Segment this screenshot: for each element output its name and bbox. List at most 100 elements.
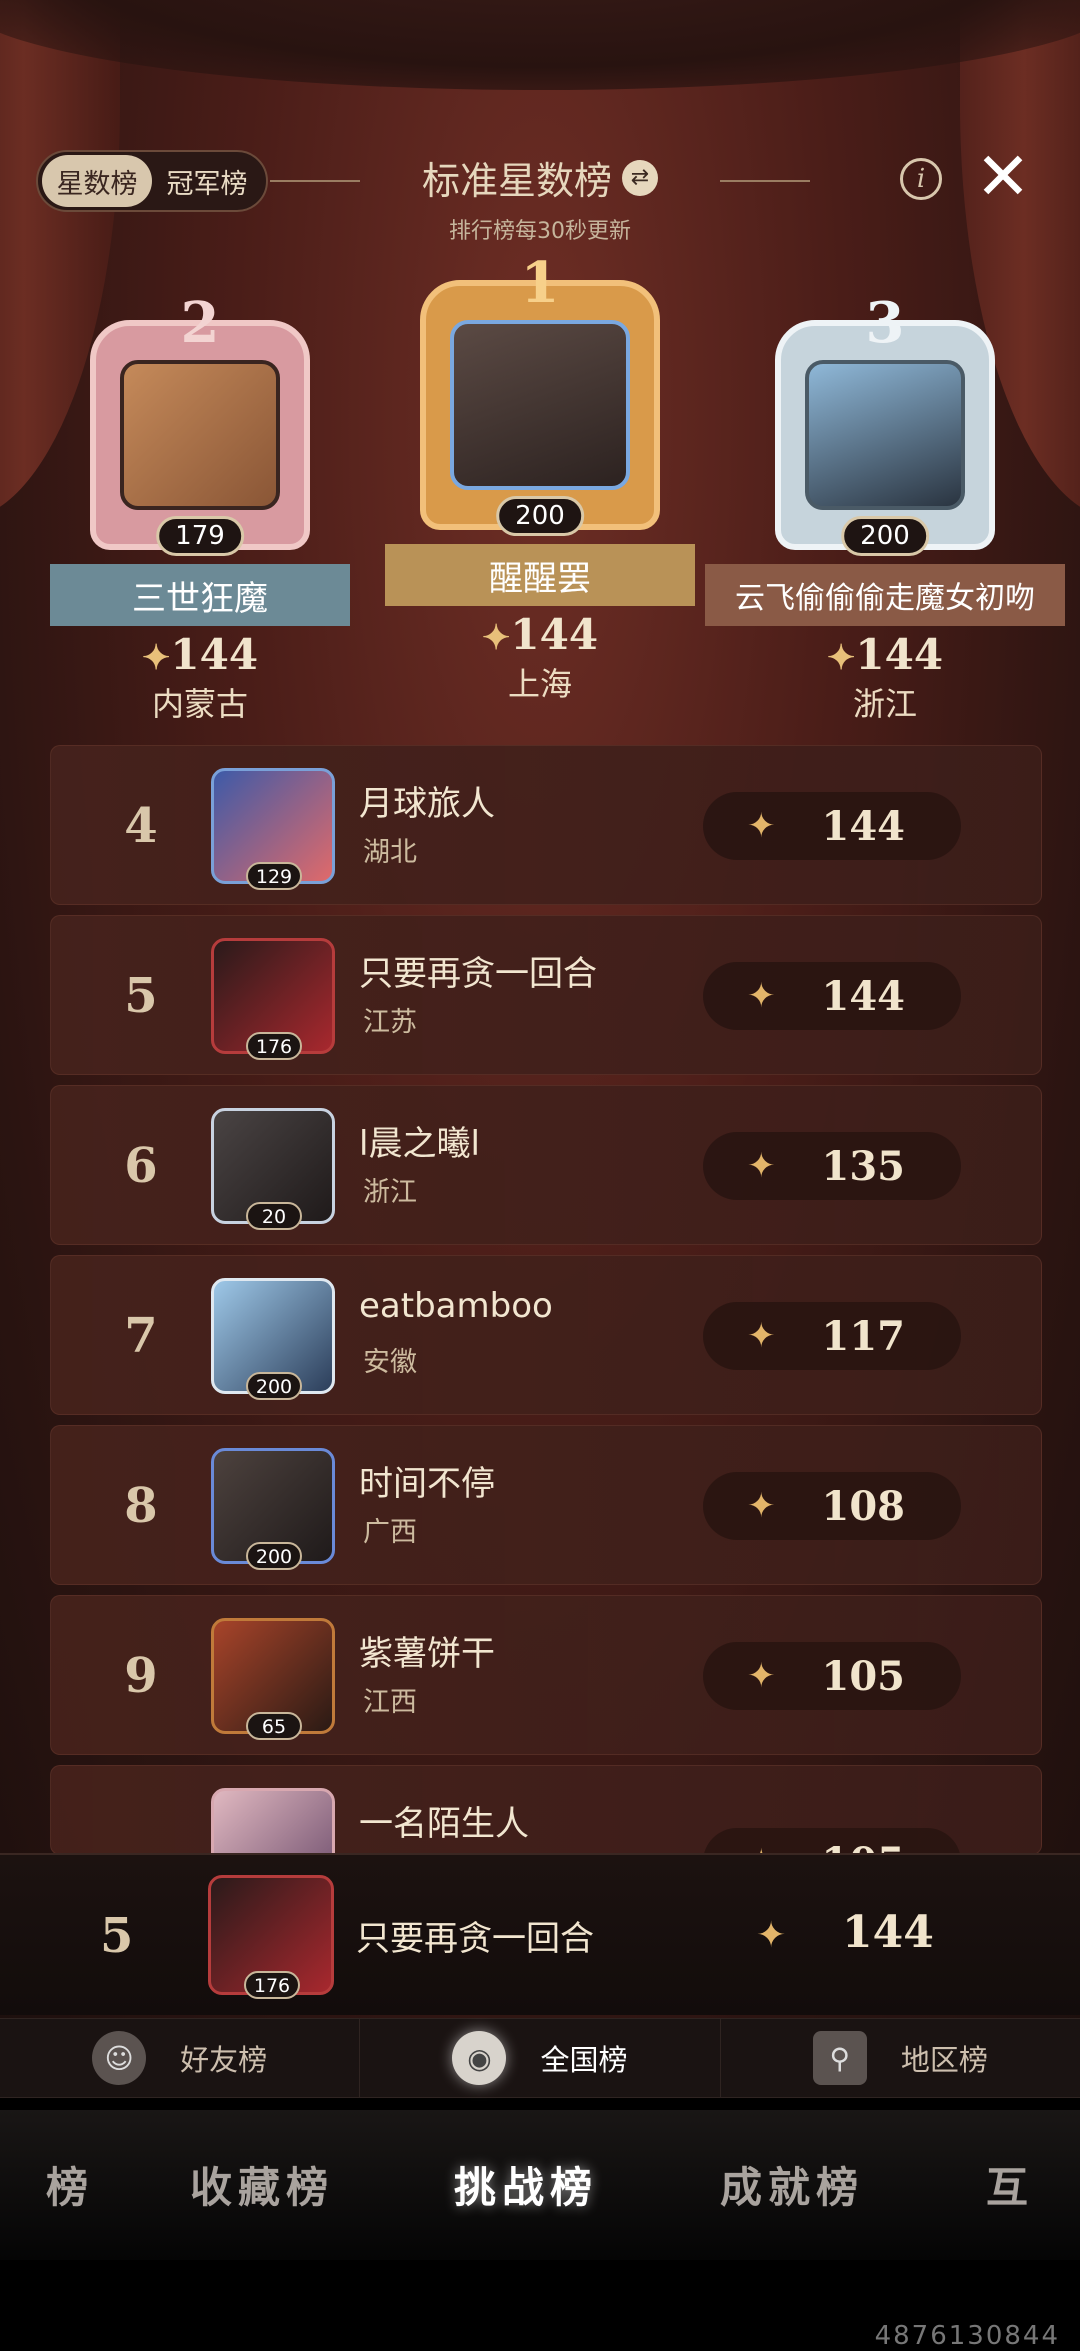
my-ranking-row[interactable]: 5 176 只要再贪一回合 ✦ 144 bbox=[0, 1853, 1080, 2015]
star-pill: ✦ 144 bbox=[703, 962, 961, 1030]
title-divider-right bbox=[720, 180, 810, 182]
rank-number: 9 bbox=[124, 1648, 158, 1704]
star-count: 144 bbox=[842, 1907, 934, 1958]
level-badge: 129 bbox=[246, 862, 302, 890]
level-badge: 200 bbox=[496, 496, 584, 536]
rank-number: 10 bbox=[111, 1802, 171, 1854]
star-icon: ✦ bbox=[747, 1316, 776, 1356]
list-item[interactable]: 9 65 紫薯饼干 江西 ✦ 105 bbox=[50, 1595, 1042, 1755]
toggle-champion-board[interactable]: 冠军榜 bbox=[152, 155, 262, 207]
star-count: ✦144 bbox=[141, 630, 259, 679]
avatar bbox=[211, 1788, 335, 1854]
player-name: 月球旅人 bbox=[359, 784, 495, 824]
player-name: 一名陌生人 bbox=[359, 1804, 529, 1844]
list-item[interactable]: 6 20 l晨之曦l 浙江 ✦ 135 bbox=[50, 1085, 1042, 1245]
nav-item-achievement[interactable]: 成就榜 bbox=[720, 2154, 864, 2215]
avatar-frame: 1 200 bbox=[420, 250, 660, 536]
refresh-note: 排行榜每30秒更新 bbox=[449, 219, 631, 244]
nav-item-collection[interactable]: 收藏榜 bbox=[190, 2154, 334, 2215]
star-pill: ✦105 bbox=[703, 1642, 961, 1710]
page-title: 标准星数榜 ⇄ bbox=[422, 150, 658, 205]
player-name: 只要再贪一回合 bbox=[356, 1919, 594, 1959]
list-item[interactable]: 4 129 月球旅人 湖北 ✦ 144 bbox=[50, 745, 1042, 905]
toggle-star-board[interactable]: 星数榜 bbox=[42, 155, 152, 207]
star-count: ✦144 bbox=[481, 610, 599, 659]
avatar-frame: 3 200 bbox=[775, 290, 995, 556]
star-icon: ✦ bbox=[747, 1656, 776, 1696]
list-item[interactable]: 8 200 时间不停 广西 ✦ 108 bbox=[50, 1425, 1042, 1585]
rank-number: 1 bbox=[520, 250, 560, 316]
rank-number: 5 bbox=[124, 968, 158, 1024]
rank-number: 3 bbox=[865, 290, 905, 356]
level-badge: 65 bbox=[246, 1712, 302, 1740]
level-badge: 176 bbox=[246, 1032, 302, 1060]
podium-third[interactable]: 3 200 云飞偷偷偷走魔女初吻 ✦144 浙江 bbox=[700, 290, 1070, 725]
globe-icon: ◉ bbox=[452, 2031, 507, 2085]
leaderboard-stage: 星数榜 冠军榜 标准星数榜 ⇄ 排行榜每30秒更新 i ✕ 2 179 三世狂魔… bbox=[0, 0, 1080, 2060]
avatar bbox=[450, 320, 630, 490]
star-icon: ✦ bbox=[747, 806, 776, 846]
list-item[interactable]: 5 176 只要再贪一回合 江苏 ✦ 144 bbox=[50, 915, 1042, 1075]
player-name: eatbamboo bbox=[359, 1286, 553, 1326]
bottom-nav: 榜 收藏榜 挑战榜 成就榜 互 bbox=[0, 2110, 1080, 2260]
swap-icon[interactable]: ⇄ bbox=[622, 159, 658, 196]
user-id: 4876130844 bbox=[874, 2321, 1060, 2351]
nav-item-challenge[interactable]: 挑战榜 bbox=[454, 2154, 598, 2215]
friends-icon: ☺ bbox=[92, 2031, 147, 2085]
rank-number: 7 bbox=[124, 1308, 158, 1364]
tab-national[interactable]: ◉ 全国榜 bbox=[360, 2019, 721, 2097]
star-count: ✦144 bbox=[826, 630, 944, 679]
avatar bbox=[805, 360, 965, 510]
star-pill: ✦ 135 bbox=[703, 1132, 961, 1200]
star-icon: ✦ bbox=[141, 638, 171, 678]
star-icon: ✦ bbox=[826, 638, 856, 678]
region: 湖北 bbox=[363, 837, 417, 868]
player-name: 只要再贪一回合 bbox=[359, 954, 597, 994]
nav-item-partial-left[interactable]: 榜 bbox=[46, 2154, 94, 2215]
star-icon: ✦ bbox=[747, 1146, 776, 1186]
rank-number: 6 bbox=[124, 1138, 158, 1194]
star-icon: ✦ bbox=[747, 1486, 776, 1526]
star-icon: ✦ bbox=[481, 618, 511, 658]
list-item[interactable]: 7 200 eatbamboo 安徽 ✦ 117 bbox=[50, 1255, 1042, 1415]
player-name: 紫薯饼干 bbox=[359, 1634, 495, 1674]
region: 广西 bbox=[363, 1517, 417, 1548]
podium-second[interactable]: 2 179 三世狂魔 ✦144 内蒙古 bbox=[40, 290, 360, 725]
level-badge: 200 bbox=[246, 1372, 302, 1400]
avatar-frame: 2 179 bbox=[90, 290, 310, 556]
region: 江西 bbox=[363, 1687, 417, 1718]
rank-number: 2 bbox=[180, 290, 220, 356]
tab-friends[interactable]: ☺ 好友榜 bbox=[0, 2019, 361, 2097]
name-ribbon: 云飞偷偷偷走魔女初吻 bbox=[705, 564, 1065, 626]
avatar bbox=[120, 360, 280, 510]
level-badge: 179 bbox=[156, 516, 244, 556]
tab-region[interactable]: ⚲ 地区榜 bbox=[721, 2019, 1080, 2097]
board-header: 标准星数榜 ⇄ 排行榜每30秒更新 bbox=[270, 150, 810, 245]
nav-item-partial-right[interactable]: 互 bbox=[986, 2154, 1034, 2215]
level-badge: 176 bbox=[244, 1971, 300, 1999]
region: 内蒙古 bbox=[151, 685, 248, 723]
region: 浙江 bbox=[852, 685, 917, 723]
curtain-top bbox=[0, 0, 1080, 90]
player-name: l晨之曦l bbox=[359, 1124, 480, 1164]
board-type-toggle: 星数榜 冠军榜 bbox=[36, 150, 268, 212]
star-icon: ✦ bbox=[747, 976, 776, 1016]
info-button[interactable]: i bbox=[900, 158, 942, 200]
star-pill: ✦ 144 bbox=[703, 792, 961, 860]
rank-number: 8 bbox=[124, 1478, 158, 1534]
region: 浙江 bbox=[363, 1177, 417, 1208]
close-button[interactable]: ✕ bbox=[972, 144, 1034, 210]
list-item[interactable]: 10 一名陌生人 ✦105 bbox=[50, 1765, 1042, 1855]
star-pill: ✦ 117 bbox=[703, 1302, 961, 1370]
podium-first[interactable]: 1 200 醒醒罢 ✦144 上海 bbox=[380, 250, 700, 705]
level-badge: 200 bbox=[841, 516, 929, 556]
ranking-list[interactable]: 4 129 月球旅人 湖北 ✦ 144 5 176 只要再贪一回合 江苏 ✦ 144… bbox=[50, 745, 1042, 1865]
name-ribbon: 醒醒罢 bbox=[385, 544, 695, 606]
region: 安徽 bbox=[363, 1347, 417, 1378]
player-name: 时间不停 bbox=[359, 1464, 495, 1504]
scope-tabs: ☺ 好友榜 ◉ 全国榜 ⚲ 地区榜 bbox=[0, 2018, 1080, 2098]
level-badge: 200 bbox=[246, 1542, 302, 1570]
title-divider-left bbox=[270, 180, 360, 182]
rank-number: 5 bbox=[100, 1908, 134, 1964]
map-pin-icon: ⚲ bbox=[812, 2031, 867, 2085]
